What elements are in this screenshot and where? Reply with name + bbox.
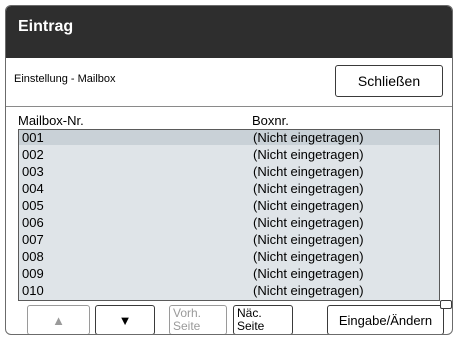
mailbox-number: 007 [22,232,44,247]
enter-change-button[interactable]: Eingabe/Ändern [327,305,444,334]
sub-header: Einstellung - Mailbox Schließen [6,58,452,107]
section-title: Einstellung - Mailbox [14,73,116,85]
list-item[interactable]: 009 (Nicht eingetragen) [19,266,439,281]
mailbox-number: 001 [22,130,44,145]
next-label-line2: Seite [237,319,265,333]
title-bar: Eintrag [6,6,452,58]
list-item[interactable]: 007 (Nicht eingetragen) [19,232,439,247]
box-status: (Nicht eingetragen) [253,249,364,264]
dialog: Eintrag Einstellung - Mailbox Schließen … [5,5,453,335]
scroll-down-button[interactable]: ▼ [95,305,155,334]
list-item[interactable]: 005 (Nicht eingetragen) [19,198,439,213]
list-item[interactable]: 006 (Nicht eingetragen) [19,215,439,230]
list-item[interactable]: 001 (Nicht eingetragen) [19,130,439,145]
mailbox-number: 006 [22,215,44,230]
mailbox-number: 005 [22,198,44,213]
mailbox-list[interactable]: 001 (Nicht eingetragen) 002 (Nicht einge… [18,129,440,301]
box-status: (Nicht eingetragen) [253,147,364,162]
scroll-up-button[interactable]: ▲ [27,305,90,334]
box-status: (Nicht eingetragen) [253,130,364,145]
next-page-button[interactable]: Näc. Seite [233,305,293,334]
box-status: (Nicht eingetragen) [253,232,364,247]
box-status: (Nicht eingetragen) [253,181,364,196]
list-item[interactable]: 003 (Nicht eingetragen) [19,164,439,179]
list-item[interactable]: 004 (Nicht eingetragen) [19,181,439,196]
prev-label-line2: Seite [173,319,201,333]
box-status: (Nicht eingetragen) [253,164,364,179]
mailbox-number: 003 [22,164,44,179]
column-header-mailbox-no: Mailbox-Nr. [18,113,84,128]
mailbox-number: 002 [22,147,44,162]
triangle-up-icon: ▲ [52,312,65,328]
close-button[interactable]: Schließen [335,65,443,97]
mailbox-number: 004 [22,181,44,196]
list-item[interactable]: 008 (Nicht eingetragen) [19,249,439,264]
tab-icon [440,300,452,309]
mailbox-number: 009 [22,266,44,281]
column-header-box-no: Boxnr. [252,113,289,128]
triangle-down-icon: ▼ [118,312,132,328]
list-item[interactable]: 002 (Nicht eingetragen) [19,147,439,162]
box-status: (Nicht eingetragen) [253,198,364,213]
box-status: (Nicht eingetragen) [253,266,364,281]
mailbox-number: 008 [22,249,44,264]
box-status: (Nicht eingetragen) [253,215,364,230]
box-status: (Nicht eingetragen) [253,283,364,298]
list-item[interactable]: 010 (Nicht eingetragen) [19,283,439,298]
window-title: Eintrag [18,18,74,35]
mailbox-number: 010 [22,283,44,298]
previous-page-button[interactable]: Vorh. Seite [169,305,227,334]
